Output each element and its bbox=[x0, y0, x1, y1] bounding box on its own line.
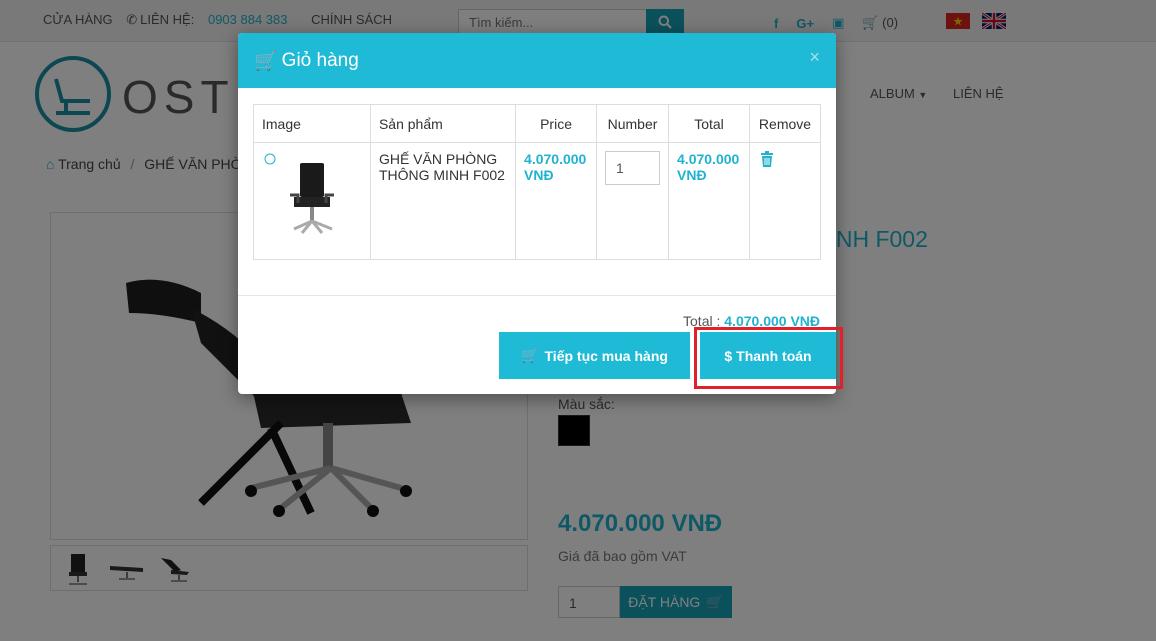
cell-number: 1 bbox=[596, 142, 670, 260]
checkout-highlight-box bbox=[694, 327, 843, 389]
close-icon[interactable]: × bbox=[809, 47, 820, 68]
cell-product-name: GHẾ VĂN PHÒNG THÔNG MINH F002 bbox=[369, 142, 517, 260]
cart-quantity-input[interactable]: 1 bbox=[605, 151, 661, 185]
continue-shopping-label: Tiếp tục mua hàng bbox=[544, 347, 668, 364]
cell-total: 4.070.000 VNĐ bbox=[668, 142, 750, 260]
column-header-product: Sản phẩm bbox=[369, 104, 517, 143]
cell-remove bbox=[748, 142, 822, 260]
modal-divider bbox=[238, 295, 836, 296]
trash-icon[interactable] bbox=[760, 151, 774, 167]
table-row: GHẾ VĂN PHÒNG THÔNG MINH F002 4.070.000 … bbox=[253, 142, 822, 260]
table-header-row: Image Sản phẩm Price Number Total Remove bbox=[253, 104, 822, 143]
cart-icon: 🛒 bbox=[521, 347, 539, 363]
cell-price: 4.070.000 VNĐ bbox=[515, 142, 598, 260]
column-header-price: Price bbox=[515, 104, 598, 143]
continue-shopping-button[interactable]: 🛒 Tiếp tục mua hàng bbox=[499, 332, 690, 379]
column-header-image: Image bbox=[253, 104, 371, 143]
product-thumbnail[interactable] bbox=[262, 151, 358, 247]
modal-header: 🛒 Giỏ hàng × bbox=[238, 33, 836, 88]
column-header-number: Number bbox=[596, 104, 670, 143]
column-header-total: Total bbox=[668, 104, 750, 143]
column-header-remove: Remove bbox=[748, 104, 822, 143]
cart-icon: 🛒 bbox=[254, 50, 278, 72]
cell-image bbox=[253, 142, 371, 260]
cart-table: Image Sản phẩm Price Number Total Remove bbox=[253, 104, 822, 260]
modal-title: Giỏ hàng bbox=[281, 49, 359, 71]
